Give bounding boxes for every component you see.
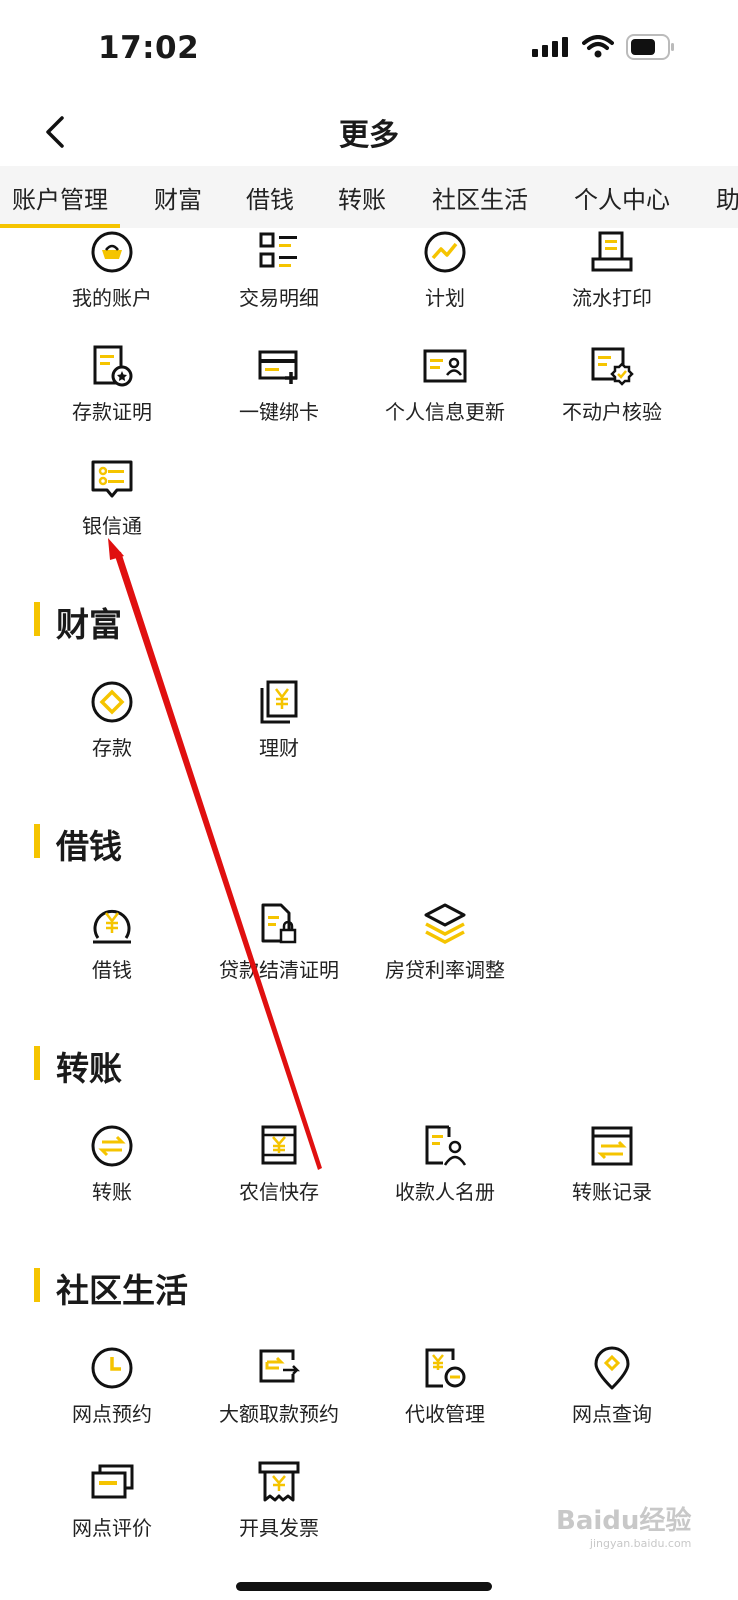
trend-circle-icon: [424, 231, 466, 273]
location-pin-icon: [594, 1346, 630, 1390]
item-transfer[interactable]: 转账: [27, 1124, 197, 1224]
collection-icon: [425, 1348, 466, 1388]
item-label: 个人信息更新: [385, 400, 505, 424]
deposit-icon: [91, 681, 133, 723]
tab-community[interactable]: 社区生活: [432, 180, 528, 215]
item-transfer-records[interactable]: 转账记录: [527, 1124, 697, 1224]
item-label: 存款: [92, 736, 132, 760]
baidu-watermark: Baidu经验 jingyan.baidu.com: [556, 1500, 691, 1550]
layers-icon: [424, 903, 466, 944]
tab-account[interactable]: 账户管理: [12, 180, 108, 215]
list-icon: [259, 232, 297, 268]
wealth-yen-icon: [260, 680, 298, 724]
item-my-account[interactable]: 我的账户: [27, 230, 197, 330]
item-branch-review[interactable]: 网点评价: [27, 1460, 197, 1560]
verify-badge-icon: [591, 347, 634, 386]
item-transactions[interactable]: 交易明细: [194, 230, 364, 330]
tab-transfer[interactable]: 转账: [338, 180, 386, 215]
item-bind-card[interactable]: 一键绑卡: [194, 344, 364, 444]
watermark-sub: jingyan.baidu.com: [589, 1537, 692, 1550]
item-sms-service[interactable]: 银信通: [27, 458, 197, 558]
review-cards-icon: [91, 1464, 134, 1499]
item-label: 代收管理: [405, 1402, 485, 1426]
transfer-record-icon: [591, 1126, 633, 1166]
item-mortgage-rate-adjust[interactable]: 房贷利率调整: [360, 902, 530, 1002]
item-wealth-management[interactable]: 理财: [194, 680, 364, 780]
battery-icon: [626, 34, 674, 60]
card-add-icon: [258, 350, 298, 384]
loan-doc-icon: [261, 903, 297, 944]
status-time: 17:02: [98, 30, 200, 66]
item-personal-info-update[interactable]: 个人信息更新: [360, 344, 530, 444]
id-card-icon: [423, 349, 467, 383]
item-deposit[interactable]: 存款: [27, 680, 197, 780]
section-title: 借钱: [56, 827, 122, 866]
item-label: 开具发票: [239, 1516, 319, 1540]
section-title: 转账: [56, 1049, 122, 1088]
item-label: 交易明细: [239, 286, 319, 310]
item-label: 一键绑卡: [239, 400, 319, 424]
item-collection-management[interactable]: 代收管理: [360, 1346, 530, 1446]
active-tab-indicator: [0, 224, 120, 228]
certificate-icon: [93, 345, 133, 387]
item-label: 转账记录: [572, 1180, 652, 1204]
gold-ingot-icon: [91, 231, 133, 273]
item-label: 银信通: [82, 514, 142, 538]
tab-personal[interactable]: 个人中心: [574, 180, 670, 215]
section-title: 社区生活: [56, 1271, 188, 1310]
item-label: 计划: [425, 286, 465, 310]
page-title: 更多: [339, 118, 399, 153]
item-statement-print[interactable]: 流水打印: [527, 230, 697, 330]
item-issue-invoice[interactable]: 开具发票: [194, 1460, 364, 1560]
tab-more-partial[interactable]: 助: [716, 180, 738, 215]
item-label: 农信快存: [239, 1180, 319, 1204]
item-branch-search[interactable]: 网点查询: [527, 1346, 697, 1446]
quick-deposit-icon: [261, 1125, 297, 1165]
item-label: 转账: [92, 1180, 132, 1204]
yen-coin-icon: [93, 909, 131, 944]
printer-icon: [591, 231, 633, 272]
item-label: 我的账户: [72, 286, 152, 310]
item-payee-list[interactable]: 收款人名册: [360, 1124, 530, 1224]
transfer-icon: [91, 1125, 133, 1167]
item-label: 借钱: [92, 958, 132, 982]
item-label: 网点查询: [572, 1402, 652, 1426]
item-label: 大额取款预约: [219, 1402, 339, 1426]
section-title: 财富: [56, 605, 122, 644]
item-label: 理财: [259, 736, 299, 760]
item-label: 网点评价: [72, 1516, 152, 1540]
item-plan[interactable]: 计划: [360, 230, 530, 330]
item-deposit-certificate[interactable]: 存款证明: [27, 344, 197, 444]
status-bar: 17:02: [0, 0, 738, 100]
item-label: 不动户核验: [562, 400, 662, 424]
item-label: 流水打印: [572, 286, 652, 310]
item-label: 存款证明: [72, 400, 152, 424]
nav-bar: 更多: [0, 100, 738, 166]
item-loan-clearance[interactable]: 贷款结清证明: [194, 902, 364, 1002]
item-quick-deposit[interactable]: 农信快存: [194, 1124, 364, 1224]
withdraw-icon: [259, 1349, 301, 1383]
tab-wealth[interactable]: 财富: [154, 180, 202, 215]
wifi-icon: [582, 35, 614, 58]
message-icon: [91, 460, 133, 498]
item-label: 收款人名册: [395, 1180, 495, 1204]
clock-icon: [91, 1347, 133, 1389]
payee-icon: [425, 1125, 467, 1166]
item-label: 房贷利率调整: [385, 958, 505, 982]
invoice-icon: [258, 1461, 300, 1502]
item-dormant-verify[interactable]: 不动户核验: [527, 344, 697, 444]
cellular-signal-icon: [532, 37, 568, 57]
item-branch-appointment[interactable]: 网点预约: [27, 1346, 197, 1446]
item-label: 网点预约: [72, 1402, 152, 1426]
watermark-main: Baidu经验: [556, 1506, 692, 1536]
item-large-withdrawal[interactable]: 大额取款预约: [194, 1346, 364, 1446]
item-borrow[interactable]: 借钱: [27, 902, 197, 1002]
tab-borrow[interactable]: 借钱: [246, 180, 294, 215]
category-tabs: 账户管理 财富 借钱 转账 社区生活 个人中心 助: [0, 166, 738, 228]
item-label: 贷款结清证明: [219, 958, 339, 982]
home-indicator[interactable]: [236, 1582, 492, 1591]
